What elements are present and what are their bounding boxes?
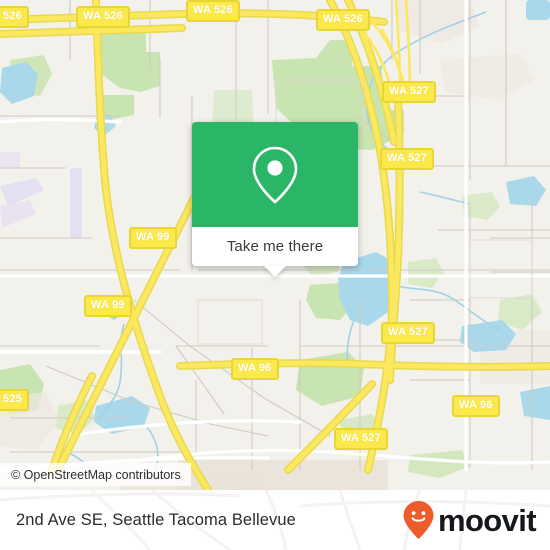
road-shield-label: WA 527 <box>389 85 429 97</box>
road-shield: WA 527 <box>334 428 388 450</box>
road-shield-label: WA 526 <box>83 10 123 22</box>
road-shield-label: 526 <box>3 10 22 22</box>
road-shield: WA 96 <box>231 358 279 380</box>
road-shield: WA 526 <box>316 9 370 31</box>
map-canvas[interactable]: 526 WA 526 WA 526 WA 526 WA 527 WA 527 WA 99 WA… <box>0 0 550 490</box>
page-title: 2nd Ave SE, Seattle Tacoma Bellevue <box>16 510 296 529</box>
place-callout-card[interactable]: Take me there <box>192 122 358 277</box>
road-shield: WA 527 <box>381 322 435 344</box>
road-shield: 525 <box>0 389 29 411</box>
road-shield-label: WA 526 <box>323 13 363 25</box>
road-shield: WA 99 <box>84 295 132 317</box>
osm-attribution-text: © OpenStreetMap contributors <box>11 467 181 482</box>
map-screenshot-root: 526 WA 526 WA 526 WA 526 WA 527 WA 527 WA 99 WA… <box>0 0 550 550</box>
map-pin-icon <box>252 146 298 203</box>
road-shield-label: WA 99 <box>91 299 125 311</box>
road-shield: WA 527 <box>382 81 436 103</box>
road-shield-label: 525 <box>3 393 22 405</box>
road-shield-label: WA 527 <box>388 326 428 338</box>
road-shield: WA 526 <box>186 0 240 22</box>
road-shield: WA 526 <box>76 6 130 28</box>
place-card-image-panel <box>192 122 358 227</box>
moovit-logo[interactable]: moovit <box>402 500 537 540</box>
road-shield-label: WA 96 <box>459 399 493 411</box>
road-shield-label: WA 526 <box>193 4 233 16</box>
road-shield-label: WA 527 <box>387 152 427 164</box>
moovit-smiley-pin-icon <box>403 501 434 539</box>
osm-attribution[interactable]: © OpenStreetMap contributors <box>0 463 191 486</box>
road-shield: WA 96 <box>452 395 500 417</box>
footer-bar: 2nd Ave SE, Seattle Tacoma Bellevue moov… <box>0 490 550 550</box>
road-shield-label: WA 99 <box>136 231 170 243</box>
moovit-wordmark: moovit <box>437 502 537 538</box>
road-shield: WA 527 <box>380 148 434 170</box>
road-shield: WA 99 <box>129 227 177 249</box>
road-shield-label: WA 96 <box>238 362 272 374</box>
road-shield-label: WA 527 <box>341 432 381 444</box>
callout-pointer <box>264 266 286 277</box>
take-me-there-label: Take me there <box>226 238 324 255</box>
road-shield: 526 <box>0 6 29 28</box>
place-card-action-panel[interactable]: Take me there <box>192 227 358 277</box>
